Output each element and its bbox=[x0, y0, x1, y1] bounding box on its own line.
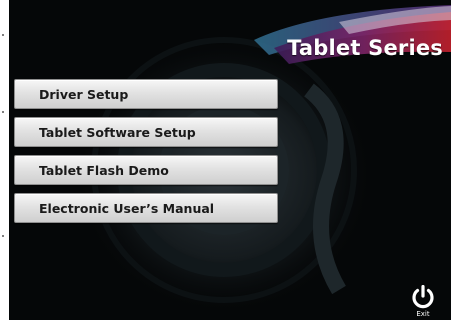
power-icon bbox=[412, 285, 434, 309]
driver-setup-label: Driver Setup bbox=[39, 86, 129, 102]
electronic-users-manual-label: Electronic User’s Manual bbox=[39, 200, 215, 216]
setup-menu: Driver Setup Tablet Software Setup Table… bbox=[14, 79, 278, 231]
installer-window: Tablet Series Driver Setup Tablet Softwa… bbox=[9, 0, 451, 320]
tablet-flash-demo-label: Tablet Flash Demo bbox=[39, 162, 169, 178]
tablet-flash-demo-button[interactable]: Tablet Flash Demo bbox=[14, 155, 278, 185]
product-series-title: Tablet Series bbox=[287, 36, 443, 60]
exit-label: Exit bbox=[416, 310, 430, 318]
driver-setup-button[interactable]: Driver Setup bbox=[14, 79, 278, 109]
exit-button[interactable]: Exit bbox=[408, 285, 438, 318]
tablet-software-setup-label: Tablet Software Setup bbox=[39, 124, 196, 140]
electronic-users-manual-button[interactable]: Electronic User’s Manual bbox=[14, 193, 278, 223]
tablet-software-setup-button[interactable]: Tablet Software Setup bbox=[14, 117, 278, 147]
page-edge-marks bbox=[2, 34, 4, 237]
